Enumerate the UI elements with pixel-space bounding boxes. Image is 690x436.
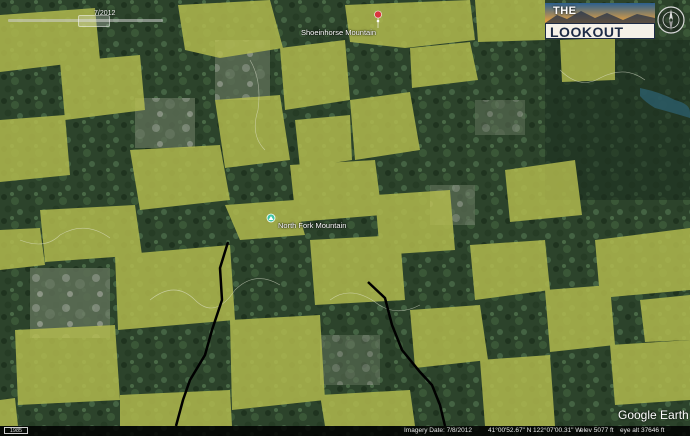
longitude: 122°07'00.31" W bbox=[533, 427, 582, 434]
imagery-date: Imagery Date: 7/8/2012 bbox=[404, 427, 472, 434]
north-fork-mountain-label[interactable]: North Fork Mountain bbox=[278, 221, 346, 230]
logo-main-text: LOOKOUT bbox=[550, 24, 624, 40]
logo-top-text: THE bbox=[553, 5, 577, 17]
compass-icon[interactable] bbox=[656, 5, 686, 35]
shoeinhorse-mountain-label[interactable]: Shoeinhorse Mountain bbox=[301, 28, 376, 37]
google-earth-brand: Google Earth bbox=[618, 408, 689, 422]
time-slider[interactable]: 7/2012 bbox=[8, 10, 163, 27]
eye-altitude: eye alt 37646 ft bbox=[620, 427, 665, 434]
elevation: elev 5077 ft bbox=[580, 427, 614, 434]
latitude: 41°00'52.67" N bbox=[488, 427, 532, 434]
scale-indicator: 1985 bbox=[4, 427, 28, 434]
peak-marker-icon[interactable] bbox=[266, 213, 276, 223]
time-slider-date: 7/2012 bbox=[94, 10, 116, 17]
status-bar: 1985 Imagery Date: 7/8/2012 41°00'52.67"… bbox=[0, 426, 690, 436]
map-view[interactable]: 7/2012 Shoeinhorse Mountain North Fork M… bbox=[0, 0, 690, 436]
satellite-map[interactable] bbox=[0, 0, 690, 436]
the-lookout-logo: THE LOOKOUT bbox=[545, 3, 655, 40]
